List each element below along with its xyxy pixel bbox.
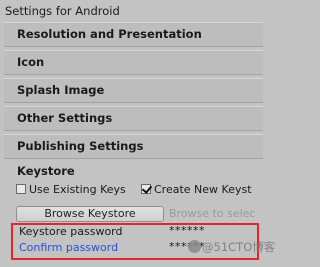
use-existing-keys-checkbox[interactable] [16,184,26,194]
section-splash-image[interactable]: Splash Image [4,78,263,103]
section-icon[interactable]: Icon [4,50,263,75]
section-publishing-settings[interactable]: Publishing Settings [4,134,263,159]
keystore-heading: Keystore [17,164,75,178]
create-new-keystore-label: Create New Keyst [154,183,252,196]
section-resolution[interactable]: Resolution and Presentation [4,22,263,47]
window-title: Settings for Android [5,4,120,18]
browse-hint-text: Browse to selec [169,207,256,220]
use-existing-keys-option[interactable]: Use Existing Keys [16,183,126,199]
section-other-settings[interactable]: Other Settings [4,106,263,131]
watermark-text: @51CTO博客 [202,240,276,254]
create-new-keystore-option[interactable]: Create New Keyst [141,183,263,199]
watermark: @51CTO博客 [188,239,275,255]
create-new-keystore-checkbox[interactable] [141,184,151,194]
blog-logo-icon [188,240,201,253]
browse-keystore-button[interactable]: Browse Keystore [16,206,164,222]
use-existing-keys-label: Use Existing Keys [29,183,126,196]
